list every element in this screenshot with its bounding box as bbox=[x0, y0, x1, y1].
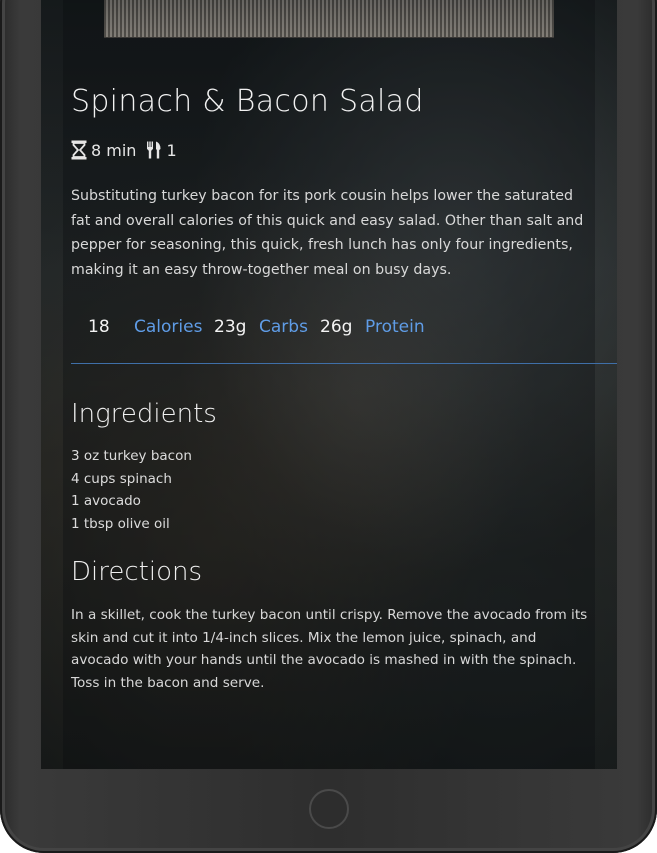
screen: Spinach & Bacon Salad 8 min 1 Substituti… bbox=[41, 0, 617, 769]
home-button[interactable] bbox=[309, 789, 349, 829]
nutrition-bar: 18 Calories 23g Carbs 26g Protein bbox=[71, 315, 617, 364]
recipe-title: Spinach & Bacon Salad bbox=[71, 84, 424, 119]
list-item: 3 oz turkey bacon bbox=[71, 448, 192, 464]
carbs-label[interactable]: Carbs bbox=[259, 317, 308, 337]
calories-value: 18 bbox=[88, 317, 110, 337]
list-item: 1 avocado bbox=[71, 493, 141, 509]
ingredients-heading: Ingredients bbox=[71, 399, 217, 429]
calories-label[interactable]: Calories bbox=[134, 317, 202, 337]
list-item: 1 tbsp olive oil bbox=[71, 515, 170, 532]
directions-text: In a skillet, cook the turkey bacon unti… bbox=[71, 607, 588, 691]
recipe-time: 8 min bbox=[91, 140, 137, 160]
recipe-servings: 1 bbox=[166, 140, 177, 160]
recipe-meta: 8 min 1 bbox=[71, 140, 177, 160]
recipe-hero-image bbox=[104, 0, 554, 38]
hourglass-icon bbox=[71, 140, 87, 160]
recipe-description: Substituting turkey bacon for its pork c… bbox=[71, 188, 584, 279]
protein-label[interactable]: Protein bbox=[365, 317, 425, 337]
ingredients-list: 3 oz turkey bacon 4 cups spinach 1 avoca… bbox=[71, 445, 192, 535]
list-item: 4 cups spinach bbox=[71, 470, 172, 487]
directions-heading: Directions bbox=[71, 557, 203, 587]
fork-knife-icon bbox=[146, 141, 162, 159]
protein-value: 26g bbox=[320, 317, 353, 337]
carbs-value: 23g bbox=[214, 317, 247, 337]
